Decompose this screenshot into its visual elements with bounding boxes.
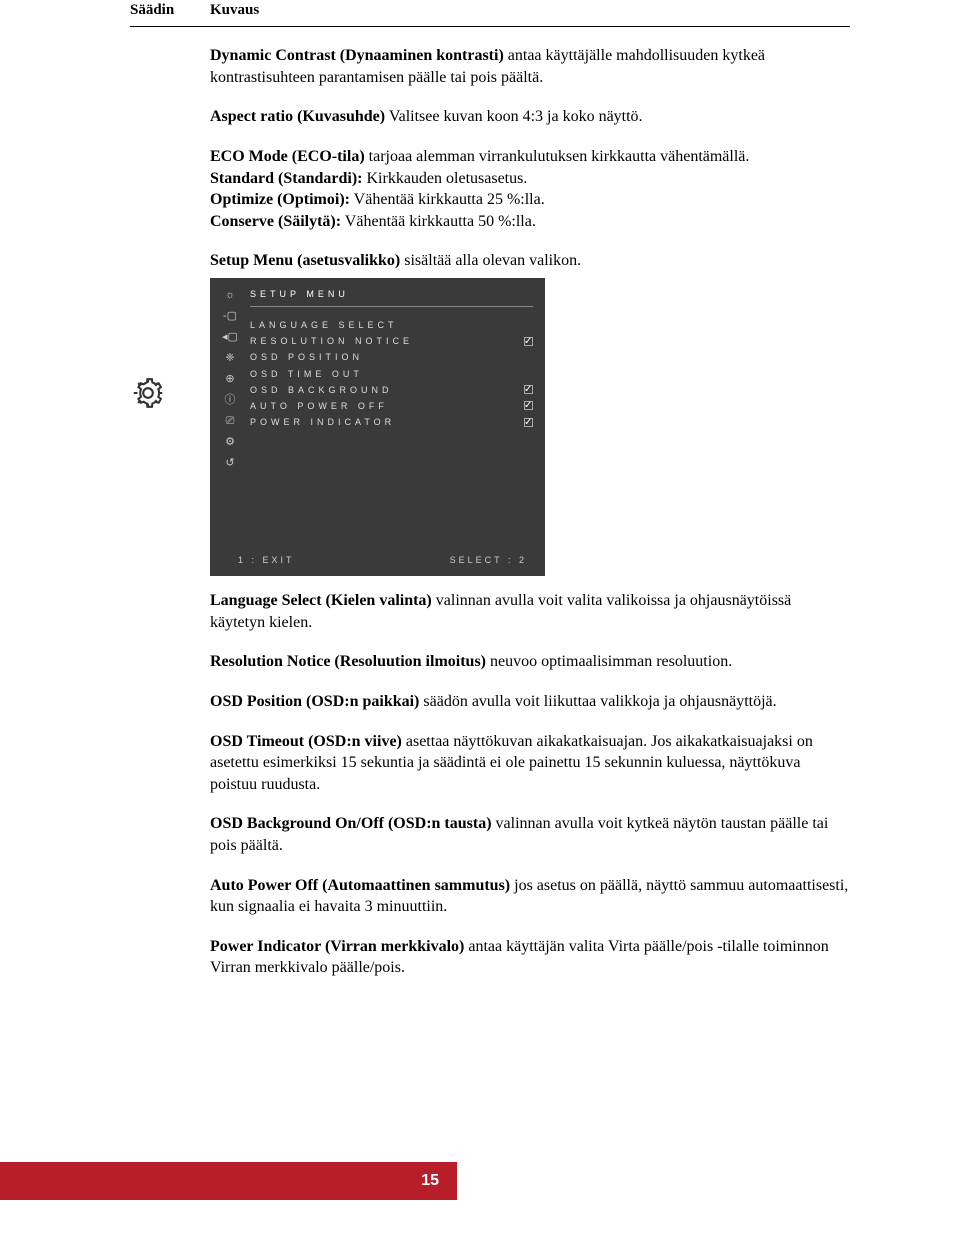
bold: Dynamic Contrast (Dynaaminen kontrasti) xyxy=(210,47,504,64)
osd-panel: ☼ -▢ ◂▢ ❈ ⊕ ⓘ ⎚ ⚙ ↺ SETUP MENU LANGUAGE … xyxy=(210,278,545,576)
bold: Power Indicator (Virran merkkivalo) xyxy=(210,938,464,955)
info-icon: ⓘ xyxy=(225,395,236,406)
text: sisältää alla olevan valikon. xyxy=(400,252,581,269)
osd-item: RESOLUTION NOTICE xyxy=(250,333,533,349)
para-aspect-ratio: Aspect ratio (Kuvasuhde) Valitsee kuvan … xyxy=(210,106,850,128)
bold: Setup Menu (asetusvalikko) xyxy=(210,252,400,269)
osd-item-label: OSD TIME OUT xyxy=(250,368,363,380)
para-auto-power-off: Auto Power Off (Automaattinen sammutus) … xyxy=(210,875,850,918)
settings-gear-icon: ⚙ xyxy=(225,437,235,448)
reset-icon: ↺ xyxy=(225,458,234,469)
text: Kirkkauden oletusasetus. xyxy=(362,170,527,187)
para-osd-timeout: OSD Timeout (OSD:n viive) asettaa näyttö… xyxy=(210,731,850,796)
globe-icon: ⊕ xyxy=(225,374,234,385)
footer-right xyxy=(457,1162,960,1200)
content-row: Dynamic Contrast (Dynaaminen kontrasti) … xyxy=(130,45,850,997)
header-saadin: Säädin xyxy=(130,0,210,20)
osd-title: SETUP MENU xyxy=(250,288,533,307)
footer-bar: 15 xyxy=(0,1162,960,1200)
para-power-indicator: Power Indicator (Virran merkkivalo) anta… xyxy=(210,936,850,979)
osd-checkbox xyxy=(524,401,533,410)
text: Vähentää kirkkautta 50 %:lla. xyxy=(341,213,536,230)
bold: OSD Background On/Off (OSD:n tausta) xyxy=(210,815,492,832)
osd-main: SETUP MENU LANGUAGE SELECT RESOLUTION NOT… xyxy=(242,288,533,530)
page: Säädin Kuvaus Dynamic Contrast (Dynaamin… xyxy=(0,0,960,1200)
osd-spacer xyxy=(250,430,533,530)
footer-left xyxy=(0,1162,403,1200)
para-osd-background: OSD Background On/Off (OSD:n tausta) val… xyxy=(210,813,850,856)
osd-item: POWER INDICATOR xyxy=(250,414,533,430)
osd-item-label: LANGUAGE SELECT xyxy=(250,319,398,331)
osd-item: AUTO POWER OFF xyxy=(250,398,533,414)
osd-item: OSD BACKGROUND xyxy=(250,382,533,398)
input-icon: -▢ xyxy=(223,311,237,322)
osd-checkbox xyxy=(524,385,533,394)
color-icon: ❈ xyxy=(225,353,234,364)
text: tarjoaa alemman virrankulutuksen kirkkau… xyxy=(365,148,750,165)
text: Valitsee kuvan koon 4:3 ja koko näyttö. xyxy=(385,108,642,125)
bold: Optimize (Optimoi): xyxy=(210,191,350,208)
page-number: 15 xyxy=(403,1162,457,1200)
osd-item-label: OSD BACKGROUND xyxy=(250,384,393,396)
osd-item-label: RESOLUTION NOTICE xyxy=(250,335,413,347)
osd-checkbox xyxy=(524,337,533,346)
text: säädön avulla voit liikuttaa valikkoja j… xyxy=(419,693,776,710)
bold: Conserve (Säilytä): xyxy=(210,213,341,230)
bold: OSD Position (OSD:n paikkai) xyxy=(210,693,419,710)
osd-item-label: AUTO POWER OFF xyxy=(250,400,388,412)
bold: ECO Mode (ECO-tila) xyxy=(210,148,365,165)
bold: Standard (Standardi): xyxy=(210,170,362,187)
text: neuvoo optimaalisimman resoluution. xyxy=(486,653,732,670)
osd-item: LANGUAGE SELECT xyxy=(250,317,533,333)
icon-column xyxy=(130,45,210,418)
osd-item-label: POWER INDICATOR xyxy=(250,416,395,428)
para-osd-position: OSD Position (OSD:n paikkai) säädön avul… xyxy=(210,691,850,713)
para-language-select: Language Select (Kielen valinta) valinna… xyxy=(210,590,850,633)
para-dynamic-contrast: Dynamic Contrast (Dynaaminen kontrasti) … xyxy=(210,45,850,88)
para-eco-mode: ECO Mode (ECO-tila) tarjoaa alemman virr… xyxy=(210,146,850,232)
gear-icon xyxy=(130,375,166,411)
para-setup-menu: Setup Menu (asetusvalikko) sisältää alla… xyxy=(210,250,850,272)
bold: OSD Timeout (OSD:n viive) xyxy=(210,733,402,750)
osd-items: LANGUAGE SELECT RESOLUTION NOTICE OSD POSI… xyxy=(250,317,533,430)
bold: Resolution Notice (Resoluution ilmoitus) xyxy=(210,653,486,670)
text: Vähentää kirkkautta 25 %:lla. xyxy=(350,191,545,208)
bold: Aspect ratio (Kuvasuhde) xyxy=(210,108,385,125)
osd-footer-select: SELECT : 2 xyxy=(450,554,527,566)
osd-item: OSD POSITION xyxy=(250,349,533,365)
osd-item-label: OSD POSITION xyxy=(250,351,363,363)
audio-icon: ◂▢ xyxy=(222,332,238,343)
bold: Language Select (Kielen valinta) xyxy=(210,592,432,609)
table-header: Säädin Kuvaus xyxy=(130,0,850,27)
osd-footer: 1 : EXIT SELECT : 2 xyxy=(210,546,545,576)
osd-item: OSD TIME OUT xyxy=(250,366,533,382)
bold: Auto Power Off (Automaattinen sammutus) xyxy=(210,877,510,894)
osd-footer-exit: 1 : EXIT xyxy=(238,554,295,566)
para-resolution-notice: Resolution Notice (Resoluution ilmoitus)… xyxy=(210,651,850,673)
brightness-icon: ☼ xyxy=(225,290,235,301)
adjust-icon: ⎚ xyxy=(226,416,235,427)
osd-checkbox xyxy=(524,418,533,427)
description-column: Dynamic Contrast (Dynaaminen kontrasti) … xyxy=(210,45,850,997)
osd-body: ☼ -▢ ◂▢ ❈ ⊕ ⓘ ⎚ ⚙ ↺ SETUP MENU LANGUAGE … xyxy=(210,278,545,546)
osd-sidebar-icons: ☼ -▢ ◂▢ ❈ ⊕ ⓘ ⎚ ⚙ ↺ xyxy=(218,288,242,530)
header-kuvaus: Kuvaus xyxy=(210,0,850,20)
